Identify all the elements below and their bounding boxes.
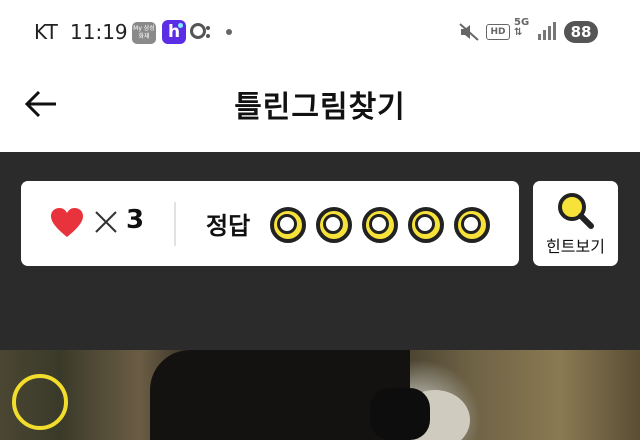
status-bar: KT 11:19 My 삼성화재 h HD 5G ⇅ 88	[0, 0, 640, 64]
h-app-icon: h	[162, 20, 186, 44]
answer-slot-icon	[362, 207, 398, 243]
magnifier-icon	[558, 193, 594, 229]
divider	[174, 202, 176, 246]
status-time: 11:19	[70, 20, 128, 44]
oo-app-icon-dot	[206, 26, 210, 30]
answer-label: 정답	[206, 212, 251, 240]
5g-label: 5G	[514, 17, 530, 28]
mute-icon	[459, 23, 479, 41]
oo-app-icon	[190, 23, 206, 39]
answer-slot-icon	[316, 207, 352, 243]
app-bar: 틀린그림찾기	[0, 64, 640, 152]
multiply-icon	[95, 211, 117, 233]
answer-slot-icon	[454, 207, 490, 243]
more-notifications-icon	[226, 29, 232, 35]
heart-icon	[51, 208, 83, 237]
photo-glove	[370, 388, 430, 440]
hd-voice-icon: HD	[486, 24, 510, 40]
answer-slot-icon	[270, 207, 306, 243]
hint-label: 힌트보기	[546, 237, 605, 256]
my-samsung-fire-icon: My 삼성화재	[132, 22, 156, 44]
lives-count: 3	[126, 205, 145, 235]
5g-icon: 5G ⇅	[514, 17, 530, 38]
game-image[interactable]	[0, 350, 640, 440]
battery-indicator: 88	[564, 21, 598, 43]
page-title: 틀린그림찾기	[234, 90, 406, 125]
answer-slot-icon	[408, 207, 444, 243]
oo-app-icon-dot	[206, 34, 210, 38]
signal-icon	[538, 22, 556, 40]
difference-marker	[12, 374, 68, 430]
hint-button[interactable]: 힌트보기	[533, 181, 618, 266]
carrier-name: KT	[34, 20, 58, 44]
